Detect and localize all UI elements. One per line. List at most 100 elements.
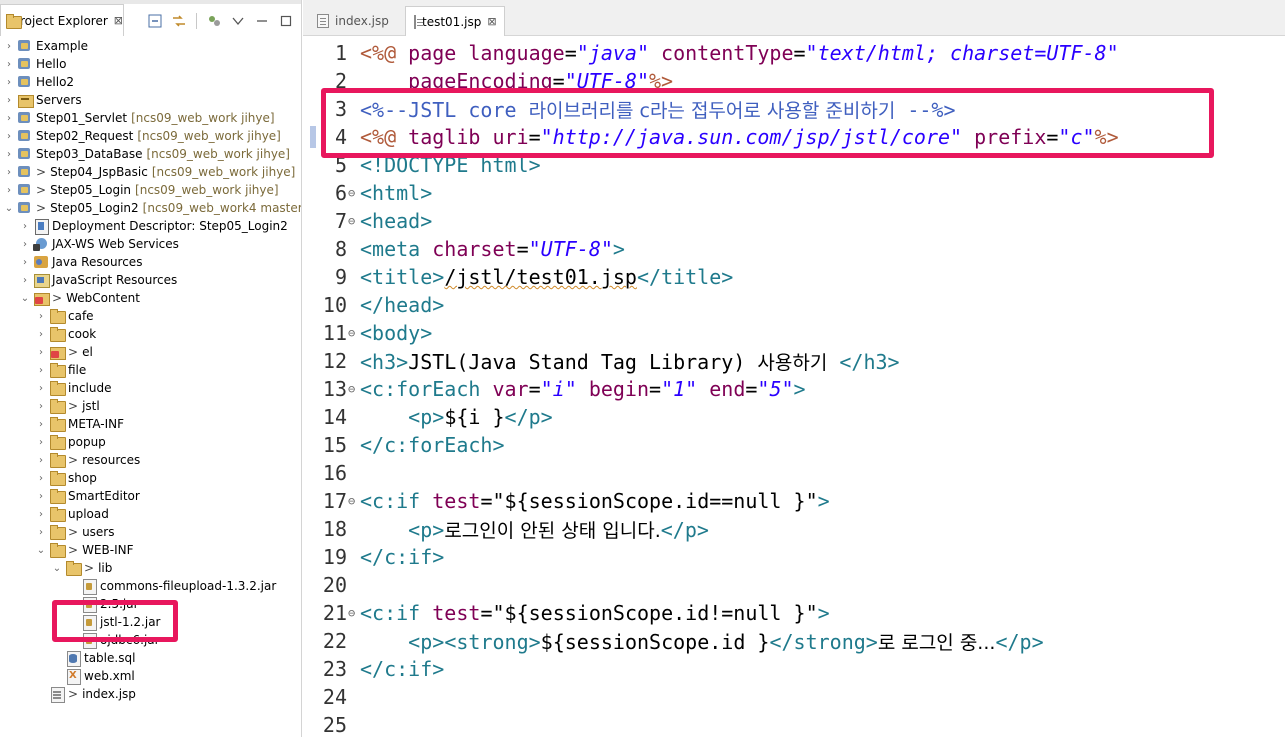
chevron-right-icon[interactable]: › bbox=[4, 95, 14, 106]
code-line[interactable]: 6 ⊖ <html> bbox=[303, 179, 1285, 207]
tree-item[interactable]: › > el bbox=[36, 343, 93, 361]
chevron-right-icon[interactable]: › bbox=[36, 383, 46, 394]
tree-item[interactable]: › > resources bbox=[36, 451, 140, 469]
tree-item[interactable]: › shop bbox=[36, 469, 97, 487]
tree-item[interactable]: > index.jsp bbox=[36, 685, 136, 703]
chevron-right-icon[interactable]: › bbox=[20, 275, 30, 286]
code-line[interactable]: 23 </c:if> bbox=[303, 655, 1285, 683]
maximize-icon[interactable] bbox=[277, 12, 295, 30]
chevron-right-icon[interactable]: › bbox=[20, 257, 30, 268]
tree-item[interactable]: › Servers bbox=[4, 91, 82, 109]
tree-item[interactable]: jstl-1.2.jar bbox=[68, 613, 160, 631]
chevron-right-icon[interactable]: › bbox=[36, 509, 46, 520]
tree-item[interactable]: table.sql bbox=[52, 649, 135, 667]
code-line[interactable]: 17 ⊖ <c:if test="${sessionScope.id==null }… bbox=[303, 487, 1285, 515]
chevron-right-icon[interactable]: › bbox=[36, 365, 46, 376]
code-line[interactable]: 13 ⊖ <c:forEach var="i" begin="1" end="5"> bbox=[303, 375, 1285, 403]
chevron-right-icon[interactable]: › bbox=[4, 59, 14, 70]
code-line[interactable]: 16 bbox=[303, 459, 1285, 487]
chevron-right-icon[interactable]: › bbox=[36, 473, 46, 484]
code-line[interactable]: 20 bbox=[303, 571, 1285, 599]
code-line[interactable]: 2 pageEncoding="UTF-8"%> bbox=[303, 67, 1285, 95]
fold-toggle-icon[interactable]: ⊖ bbox=[347, 606, 359, 620]
code-line[interactable]: 9 <title>/jstl/test01.jsp</title> bbox=[303, 263, 1285, 291]
tree-item[interactable]: › Example bbox=[4, 37, 88, 55]
chevron-right-icon[interactable]: › bbox=[36, 401, 46, 412]
tree-item[interactable]: › Hello2 bbox=[4, 73, 74, 91]
code-line[interactable]: 15 </c:forEach> bbox=[303, 431, 1285, 459]
code-line[interactable]: 8 <meta charset="UTF-8"> bbox=[303, 235, 1285, 263]
tree-item[interactable]: › cook bbox=[36, 325, 96, 343]
code-line[interactable]: 18 <p>로그인이 안된 상태 입니다.</p> bbox=[303, 515, 1285, 543]
fold-toggle-icon[interactable]: ⊖ bbox=[347, 494, 359, 508]
tree-item[interactable]: › > jstl bbox=[36, 397, 100, 415]
tree-item[interactable]: ojdbc6.jar bbox=[68, 631, 160, 649]
code-line[interactable]: 5 <!DOCTYPE html> bbox=[303, 151, 1285, 179]
code-line[interactable]: 25 bbox=[303, 711, 1285, 737]
code-line[interactable]: 14 <p>${i }</p> bbox=[303, 403, 1285, 431]
code-line[interactable]: 12 <h3>JSTL(Java Stand Tag Library) 사용하기 … bbox=[303, 347, 1285, 375]
tree-item[interactable]: ⌄ > WebContent bbox=[20, 289, 140, 307]
tree-item[interactable]: › include bbox=[36, 379, 111, 397]
chevron-right-icon[interactable]: › bbox=[20, 221, 30, 232]
close-icon[interactable]: ⊠ bbox=[114, 14, 123, 27]
chevron-down-icon[interactable]: ⌄ bbox=[52, 563, 62, 574]
chevron-right-icon[interactable]: › bbox=[36, 347, 46, 358]
tree-item[interactable]: ⌄ > Step05_Login2 [ncs09_web_work4 master] bbox=[4, 199, 301, 217]
code-line[interactable]: 4 <%@ taglib uri="http://java.sun.com/jsp… bbox=[303, 123, 1285, 151]
chevron-right-icon[interactable]: › bbox=[36, 329, 46, 340]
project-explorer-tab[interactable]: Project Explorer ⊠ bbox=[0, 4, 124, 36]
code-line[interactable]: 10 </head> bbox=[303, 291, 1285, 319]
chevron-right-icon[interactable]: › bbox=[20, 239, 30, 250]
tree-item[interactable]: › upload bbox=[36, 505, 109, 523]
chevron-down-icon[interactable]: ⌄ bbox=[4, 203, 14, 214]
tree-item[interactable]: 2.5.jar bbox=[68, 595, 139, 613]
tab-index-jsp[interactable]: index.jsp bbox=[309, 6, 401, 36]
tree-item[interactable]: › Step01_Servlet [ncs09_web_work jihye] bbox=[4, 109, 275, 127]
link-editor-icon[interactable] bbox=[170, 12, 188, 30]
chevron-down-icon[interactable]: ⌄ bbox=[20, 293, 30, 304]
chevron-right-icon[interactable]: › bbox=[4, 185, 14, 196]
chevron-right-icon[interactable]: › bbox=[4, 167, 14, 178]
chevron-right-icon[interactable]: › bbox=[4, 149, 14, 160]
chevron-right-icon[interactable]: › bbox=[4, 77, 14, 88]
code-line[interactable]: 11 ⊖ <body> bbox=[303, 319, 1285, 347]
chevron-right-icon[interactable]: › bbox=[36, 419, 46, 430]
code-line[interactable]: 21 ⊖ <c:if test="${sessionScope.id!=null }… bbox=[303, 599, 1285, 627]
tree-item[interactable]: › file bbox=[36, 361, 86, 379]
tree-item[interactable]: › Java Resources bbox=[20, 253, 142, 271]
fold-toggle-icon[interactable]: ⊖ bbox=[347, 382, 359, 396]
code-line[interactable]: 1 <%@ page language="java" contentType="t… bbox=[303, 39, 1285, 67]
code-line[interactable]: 3 <%--JSTL core 라이브러리를 c라는 접두어로 사용할 준비하기 … bbox=[303, 95, 1285, 123]
tree-item[interactable]: › JavaScript Resources bbox=[20, 271, 177, 289]
tree-item[interactable]: commons-fileupload-1.3.2.jar bbox=[68, 577, 276, 595]
minimize-icon[interactable] bbox=[253, 12, 271, 30]
tree-item[interactable]: › Deployment Descriptor: Step05_Login2 bbox=[20, 217, 288, 235]
chevron-right-icon[interactable]: › bbox=[36, 311, 46, 322]
chevron-right-icon[interactable]: › bbox=[4, 131, 14, 142]
collapse-all-icon[interactable] bbox=[146, 12, 164, 30]
tree-item[interactable]: › > users bbox=[36, 523, 115, 541]
chevron-right-icon[interactable]: › bbox=[36, 527, 46, 538]
tree-item[interactable]: › META-INF bbox=[36, 415, 124, 433]
tree-item[interactable]: ⌄ > lib bbox=[52, 559, 112, 577]
chevron-right-icon[interactable]: › bbox=[36, 491, 46, 502]
chevron-right-icon[interactable]: › bbox=[36, 455, 46, 466]
tree-item[interactable]: › JAX-WS Web Services bbox=[20, 235, 179, 253]
chevron-right-icon[interactable]: › bbox=[4, 113, 14, 124]
code-line[interactable]: 24 bbox=[303, 683, 1285, 711]
tree-item[interactable]: ⌄ > WEB-INF bbox=[36, 541, 134, 559]
tab-test01-jsp[interactable]: test01.jsp ⊠ bbox=[405, 6, 505, 36]
code-line[interactable]: 22 <p><strong>${sessionScope.id }</stron… bbox=[303, 627, 1285, 655]
chevron-right-icon[interactable]: › bbox=[4, 41, 14, 52]
tree-item[interactable]: › popup bbox=[36, 433, 106, 451]
tree-item[interactable]: › > Step04_JspBasic [ncs09_web_work jihye] bbox=[4, 163, 295, 181]
fold-toggle-icon[interactable]: ⊖ bbox=[347, 186, 359, 200]
tree-item[interactable]: › Step02_Request [ncs09_web_work jihye] bbox=[4, 127, 281, 145]
tree-item[interactable]: › Step03_DataBase [ncs09_web_work jihye] bbox=[4, 145, 290, 163]
chevron-right-icon[interactable]: › bbox=[36, 437, 46, 448]
code-line[interactable]: 7 ⊖ <head> bbox=[303, 207, 1285, 235]
tree-item[interactable]: web.xml bbox=[52, 667, 135, 685]
tree-item[interactable]: › Hello bbox=[4, 55, 66, 73]
tree-item[interactable]: › cafe bbox=[36, 307, 94, 325]
